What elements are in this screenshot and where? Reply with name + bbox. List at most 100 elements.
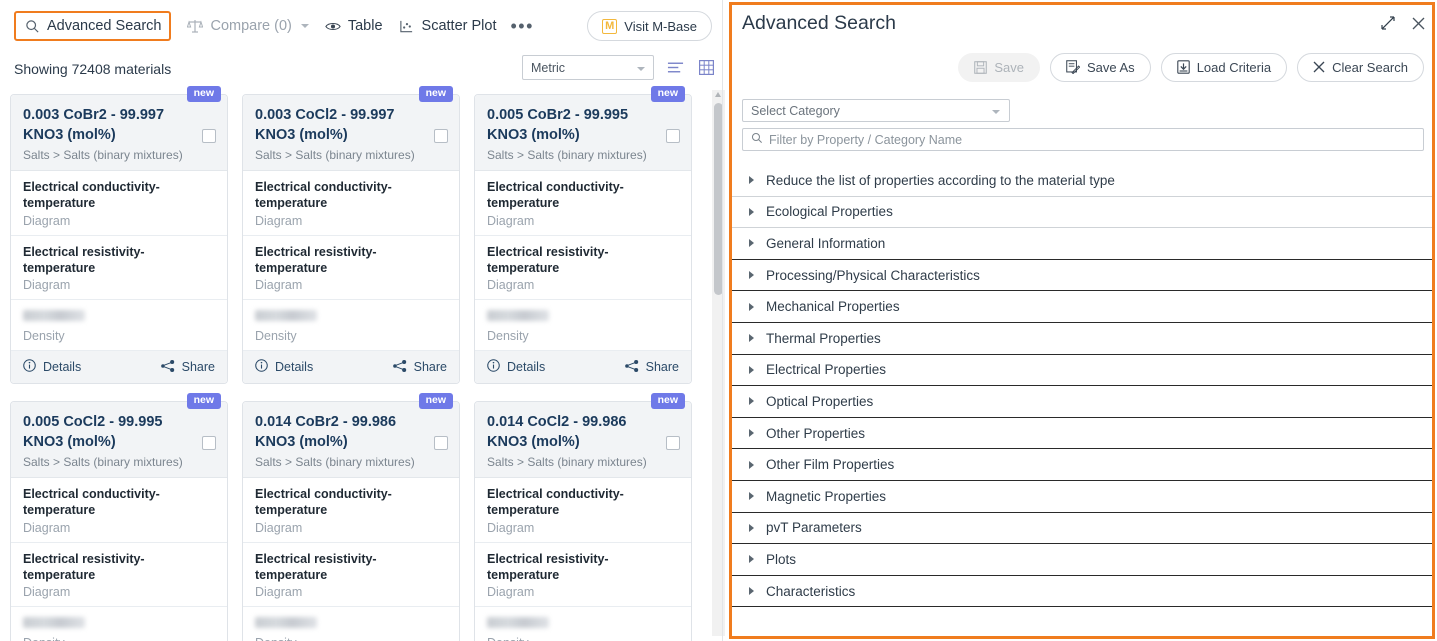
- visit-mbase-button[interactable]: M Visit M-Base: [587, 11, 712, 41]
- advanced-search-button[interactable]: Advanced Search: [14, 11, 172, 41]
- property-unit: Diagram: [255, 520, 303, 535]
- close-icon[interactable]: [1410, 15, 1426, 31]
- category-row-magnetic-properties[interactable]: Magnetic Properties: [732, 481, 1432, 513]
- category-row-electrical-properties[interactable]: Electrical Properties: [732, 355, 1432, 387]
- category-label: Mechanical Properties: [766, 299, 900, 315]
- property-filter-field[interactable]: [742, 128, 1424, 151]
- category-row-processing-physical-characteristics[interactable]: Processing/Physical Characteristics: [732, 260, 1432, 292]
- material-card[interactable]: new 0.005 CoBr2 - 99.995 KNO3 (mol%) Salts…: [474, 86, 692, 384]
- scroll-up-arrow-icon[interactable]: [715, 92, 721, 97]
- share-button[interactable]: Share: [160, 359, 215, 375]
- category-row-other-film-properties[interactable]: Other Film Properties: [732, 449, 1432, 481]
- chevron-right-icon: [749, 460, 754, 469]
- table-label: Table: [347, 18, 383, 34]
- advanced-search-body: Select Category Reduce the list of prope…: [732, 85, 1432, 608]
- category-row-other-properties[interactable]: Other Properties: [732, 418, 1432, 450]
- material-select-checkbox[interactable]: [434, 436, 448, 450]
- save-as-button[interactable]: Save As: [1049, 52, 1151, 82]
- property-name: Electrical conductivity-temperature: [487, 487, 624, 518]
- share-icon: [392, 359, 407, 375]
- redacted-value: [23, 310, 85, 321]
- material-property-row: Density: [475, 300, 691, 351]
- material-select-checkbox[interactable]: [202, 129, 216, 143]
- close-icon: [1313, 61, 1325, 73]
- material-card[interactable]: new 0.014 CoBr2 - 99.986 KNO3 (mol%) Salts…: [242, 393, 460, 641]
- category-row-general-information[interactable]: General Information: [732, 228, 1432, 260]
- category-row-ecological-properties[interactable]: Ecological Properties: [732, 197, 1432, 229]
- share-button[interactable]: Share: [392, 359, 447, 375]
- material-card[interactable]: new 0.003 CoCl2 - 99.997 KNO3 (mol%) Salts…: [242, 86, 460, 384]
- materials-card-scroll-area: new 0.003 CoBr2 - 99.997 KNO3 (mol%) Salts…: [0, 86, 728, 641]
- details-button[interactable]: Details: [23, 359, 81, 375]
- new-badge: new: [418, 86, 453, 102]
- category-row-optical-properties[interactable]: Optical Properties: [732, 386, 1432, 418]
- material-select-checkbox[interactable]: [666, 129, 680, 143]
- category-row-mechanical-properties[interactable]: Mechanical Properties: [732, 291, 1432, 323]
- select-category-dropdown[interactable]: Select Category: [742, 99, 1010, 122]
- property-unit: Diagram: [23, 213, 71, 228]
- more-options-button[interactable]: •••: [504, 17, 539, 35]
- balance-scale-icon: [187, 18, 204, 34]
- load-criteria-button[interactable]: Load Criteria: [1160, 52, 1288, 82]
- property-name: Electrical resistivity-temperature: [487, 244, 609, 275]
- property-filter-input[interactable]: [769, 132, 1415, 147]
- new-badge: new: [650, 86, 685, 102]
- main-toolbar: Advanced Search Compare (0) Table Scatte…: [0, 0, 728, 52]
- chevron-down-icon[interactable]: [300, 24, 309, 28]
- property-category-accordion: Reduce the list of properties according …: [732, 165, 1432, 608]
- results-count: Showing 72408 materials: [14, 61, 172, 77]
- material-card[interactable]: new 0.003 CoBr2 - 99.997 KNO3 (mol%) Salts…: [10, 86, 228, 384]
- material-card-header: 0.014 CoBr2 - 99.986 KNO3 (mol%) Salts > …: [243, 402, 459, 478]
- category-row-reduce-the-list-of-properties-according-to-the-material-type[interactable]: Reduce the list of properties according …: [732, 165, 1432, 197]
- material-card-header: 0.005 CoBr2 - 99.995 KNO3 (mol%) Salts > …: [475, 95, 691, 171]
- category-row-thermal-properties[interactable]: Thermal Properties: [732, 323, 1432, 355]
- category-row-plots[interactable]: Plots: [732, 544, 1432, 576]
- category-row-characteristics[interactable]: Characteristics: [732, 576, 1432, 608]
- details-button[interactable]: Details: [255, 359, 313, 375]
- grid-view-icon[interactable]: [696, 58, 716, 78]
- table-view-button[interactable]: Table: [317, 12, 391, 40]
- redacted-value: [23, 617, 85, 628]
- material-property-row: Electrical conductivity-temperature Diagr…: [475, 478, 691, 543]
- property-unit: Diagram: [23, 585, 71, 599]
- scatter-plot-button[interactable]: Scatter Plot: [391, 12, 505, 40]
- redacted-value: [487, 310, 549, 321]
- search-icon: [24, 18, 40, 34]
- compare-button[interactable]: Compare (0): [179, 12, 316, 40]
- material-category: Salts > Salts (binary mixtures): [255, 455, 415, 469]
- property-unit: Diagram: [255, 278, 303, 292]
- material-select-checkbox[interactable]: [666, 436, 680, 450]
- category-label: pvT Parameters: [766, 520, 862, 536]
- material-card-footer: Details Share: [475, 351, 691, 383]
- category-row-pvt-parameters[interactable]: pvT Parameters: [732, 513, 1432, 545]
- property-name: Electrical conductivity-temperature: [255, 180, 392, 211]
- window-controls: [1380, 15, 1426, 31]
- new-badge: new: [186, 86, 221, 102]
- category-label: Other Film Properties: [766, 457, 895, 473]
- list-view-icon[interactable]: [665, 58, 685, 78]
- share-label: Share: [645, 360, 679, 374]
- property-unit: Density: [487, 636, 679, 641]
- material-select-checkbox[interactable]: [434, 129, 448, 143]
- share-button[interactable]: Share: [624, 359, 679, 375]
- results-scrollbar[interactable]: [712, 90, 725, 636]
- new-badge: new: [418, 393, 453, 409]
- material-title: 0.003 CoBr2 - 99.997 KNO3 (mol%): [23, 107, 165, 143]
- details-label: Details: [275, 360, 314, 374]
- select-category-value: Select Category: [751, 103, 840, 118]
- property-name: Electrical resistivity-temperature: [23, 244, 145, 275]
- unit-system-select[interactable]: Metric: [522, 55, 654, 80]
- material-card[interactable]: new 0.005 CoCl2 - 99.995 KNO3 (mol%) Salts…: [10, 393, 228, 641]
- button-label: Save: [994, 59, 1024, 75]
- details-button[interactable]: Details: [487, 359, 545, 375]
- expand-diagonal-icon[interactable]: [1380, 15, 1396, 31]
- property-name: Electrical conductivity-temperature: [487, 180, 624, 211]
- mbase-logo-icon: M: [602, 18, 618, 34]
- category-label: Other Properties: [766, 425, 866, 441]
- category-label: Plots: [766, 551, 797, 567]
- clear-search-button[interactable]: Clear Search: [1297, 52, 1424, 82]
- material-property-row: Density: [243, 300, 459, 351]
- material-card[interactable]: new 0.014 CoCl2 - 99.986 KNO3 (mol%) Salts…: [474, 393, 692, 641]
- property-name: Electrical conductivity-temperature: [23, 487, 160, 518]
- material-select-checkbox[interactable]: [202, 436, 216, 450]
